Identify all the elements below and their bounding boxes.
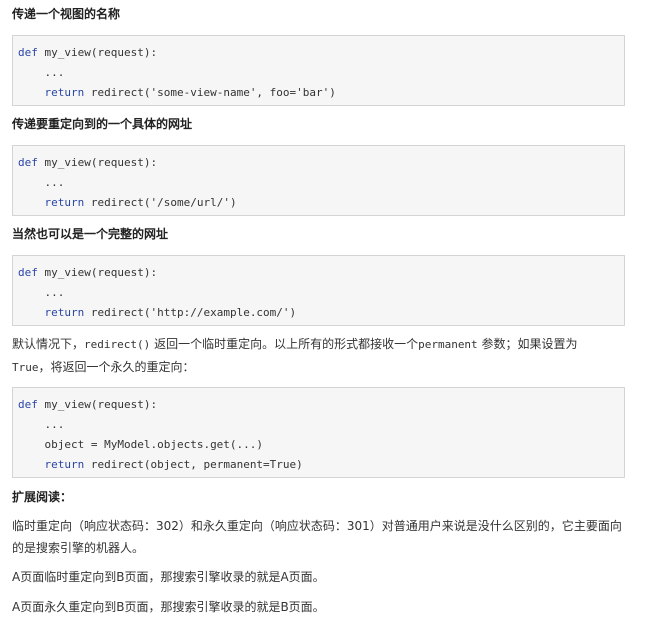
code-line: return redirect('some-view-name', foo='b… xyxy=(44,86,336,99)
code-block: def my_view(request): ... return redirec… xyxy=(12,145,625,216)
code-block: def my_view(request): ... return redirec… xyxy=(12,35,625,106)
inline-code: redirect() xyxy=(84,338,151,351)
section-url: 传递要重定向到的一个具体的网址 xyxy=(12,116,192,132)
code-line: ... xyxy=(44,286,65,299)
code-line: def my_view(request): xyxy=(18,266,158,279)
section-heading: 传递一个视图的名称 xyxy=(12,7,121,21)
code-line: def my_view(request): xyxy=(18,156,158,169)
code-block: def my_view(request): ... object = MyMod… xyxy=(12,387,625,478)
section-heading: 当然也可以是一个完整的网址 xyxy=(12,227,169,241)
inline-code: permanent xyxy=(418,338,478,351)
inline-code: True xyxy=(12,361,39,374)
code-line: return redirect(object, permanent=True) xyxy=(44,458,303,471)
code-line: ... xyxy=(44,418,65,431)
code-line: def my_view(request): xyxy=(18,46,158,59)
code-line: ... xyxy=(44,176,65,189)
code-line: return redirect('/some/url/') xyxy=(44,196,237,209)
extended-paragraph-2: A页面临时重定向到B页面，那搜索引擎收录的就是A页面。 xyxy=(12,570,325,584)
code-block: def my_view(request): ... return redirec… xyxy=(12,255,625,326)
explanation-paragraph: 默认情况下，redirect() 返回一个临时重定向。以上所有的形式都接收一个p… xyxy=(12,337,578,374)
code-line: object = MyModel.objects.get(...) xyxy=(44,438,264,451)
section-heading: 传递要重定向到的一个具体的网址 xyxy=(12,117,193,131)
extended-paragraph-3: A页面永久重定向到B页面，那搜索引擎收录的就是B页面。 xyxy=(12,600,325,614)
code-line: def my_view(request): xyxy=(18,398,158,411)
section-full-url: 当然也可以是一个完整的网址 xyxy=(12,226,168,242)
section-view-name: 传递一个视图的名称 xyxy=(12,6,120,22)
extended-paragraph-1: 临时重定向（响应状态码：302）和永久重定向（响应状态码：301）对普通用户来说… xyxy=(12,519,622,555)
code-line: ... xyxy=(44,66,65,79)
code-line: return redirect('http://example.com/') xyxy=(44,306,297,319)
extended-reading-heading: 扩展阅读： xyxy=(12,490,73,504)
